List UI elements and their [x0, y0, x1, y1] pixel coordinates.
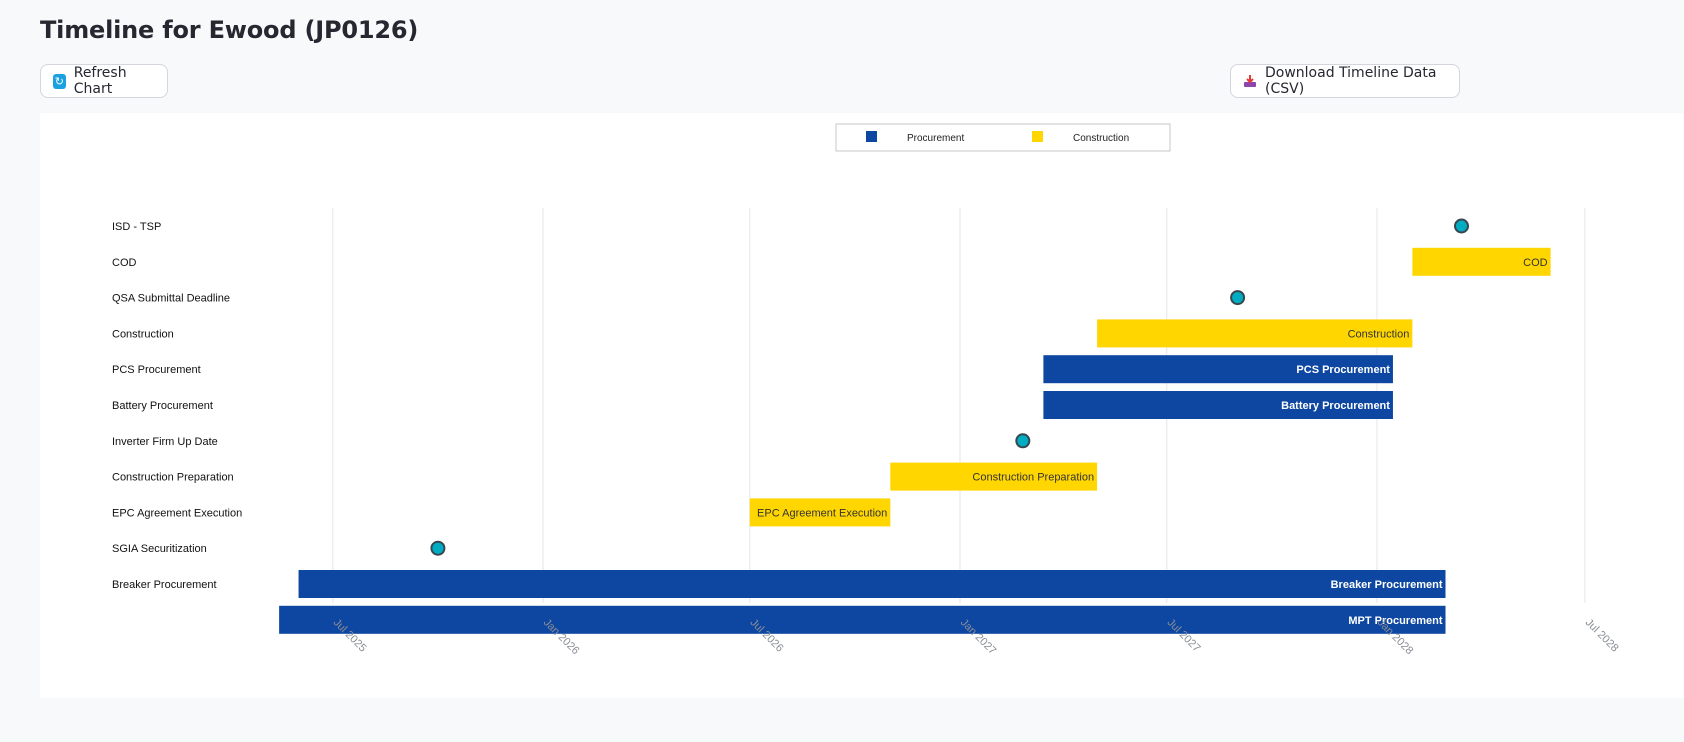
- bar-label: EPC Agreement Execution: [757, 507, 887, 519]
- milestone-marker: [1230, 290, 1246, 306]
- timeline-chart: Procurement Construction ISD - TSP COD QSA …: [112, 123, 1621, 657]
- bar-label: PCS Procurement: [1296, 364, 1390, 376]
- x-tick-label: Jul 2028: [1583, 617, 1621, 655]
- timeline-chart-panel: Procurement Construction ISD - TSP COD QSA …: [40, 113, 1684, 698]
- bar-label: Construction Preparation: [972, 472, 1094, 484]
- legend-swatch-procurement: [866, 131, 877, 142]
- refresh-icon: ↻: [53, 73, 66, 89]
- row-label: PCS Procurement: [112, 364, 201, 376]
- page-title: Timeline for Ewood (JP0126): [40, 16, 419, 44]
- legend-label-procurement: Procurement: [907, 133, 964, 144]
- bar-label: MPT Procurement: [1348, 615, 1442, 627]
- row-label: COD: [112, 257, 137, 269]
- download-csv-button[interactable]: Download Timeline Data (CSV): [1230, 64, 1460, 98]
- row-label: QSA Submittal Deadline: [112, 293, 230, 305]
- chart-gridlines: [332, 208, 1586, 603]
- row-label: ISD - TSP: [112, 221, 161, 233]
- legend-swatch-construction: [1032, 131, 1043, 142]
- gantt-bar: [279, 605, 1446, 634]
- milestone-marker: [1015, 433, 1031, 449]
- row-label: Battery Procurement: [112, 400, 213, 412]
- milestone-marker: [1454, 218, 1470, 234]
- legend-label-construction: Construction: [1073, 133, 1129, 144]
- download-csv-label: Download Timeline Data (CSV): [1265, 65, 1437, 97]
- bar-label: Construction: [1348, 328, 1410, 340]
- refresh-chart-label: Refresh Chart: [73, 65, 127, 97]
- row-label: Breaker Procurement: [112, 579, 217, 591]
- bar-label: Battery Procurement: [1281, 400, 1390, 412]
- chart-milestones: [430, 218, 1470, 556]
- row-label: Construction Preparation: [112, 472, 234, 484]
- row-label: EPC Agreement Execution: [112, 507, 242, 519]
- row-label: Inverter Firm Up Date: [112, 436, 218, 448]
- bar-label: COD: [1523, 257, 1548, 269]
- bar-label: Breaker Procurement: [1331, 579, 1443, 591]
- refresh-chart-button[interactable]: ↻ Refresh Chart: [40, 64, 168, 98]
- milestone-marker: [430, 540, 446, 556]
- row-label: SGIA Securitization: [112, 543, 207, 555]
- row-labels: ISD - TSP COD QSA Submittal Deadline Constr…: [112, 221, 242, 591]
- row-label: Construction: [112, 328, 174, 340]
- gantt-bar: [298, 570, 1446, 598]
- download-icon: [1243, 74, 1257, 89]
- chart-legend: Procurement Construction: [835, 123, 1171, 152]
- chart-bars: COD Construction PCS Procurement Battery Pr…: [279, 247, 1551, 634]
